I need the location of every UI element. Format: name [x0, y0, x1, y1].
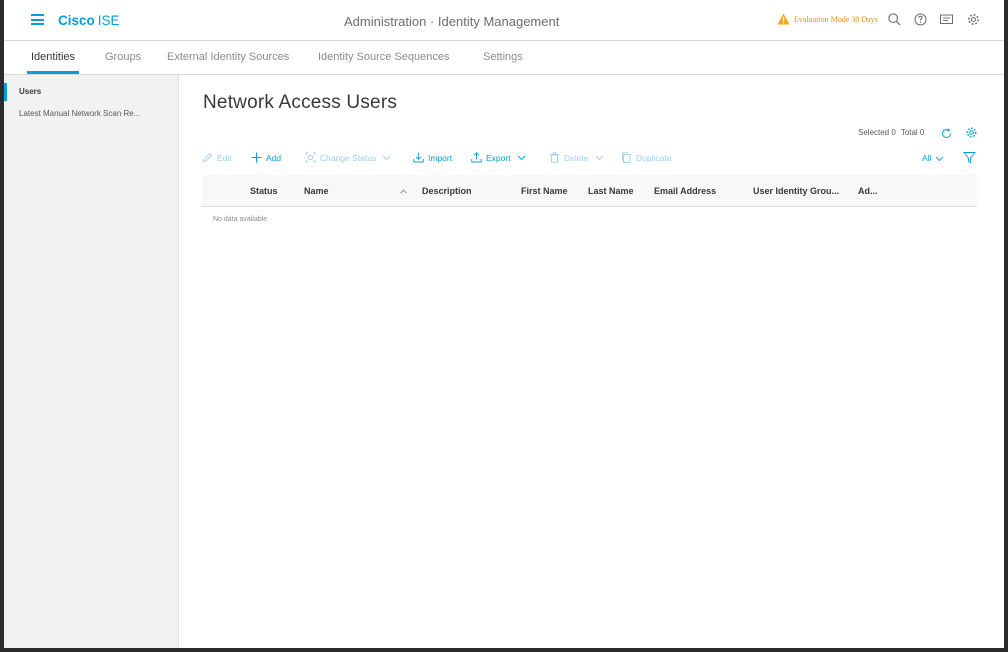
selected-count: Selected 0: [858, 128, 896, 137]
tab-settings[interactable]: Settings: [483, 51, 523, 63]
tab-external-identity-sources[interactable]: External Identity Sources: [167, 51, 289, 63]
plus-icon: [251, 152, 262, 163]
column-email-address[interactable]: Email Address: [654, 186, 716, 196]
change-status-button[interactable]: Change Status: [305, 152, 391, 163]
column-description[interactable]: Description: [422, 186, 472, 196]
column-status[interactable]: Status: [250, 186, 278, 196]
tab-identity-source-sequences[interactable]: Identity Source Sequences: [318, 51, 449, 63]
column-ad[interactable]: Ad...: [858, 186, 878, 196]
top-header: Cisco ISE Administration · Identity Manag…: [4, 0, 1004, 41]
filter-all-dropdown[interactable]: All: [922, 153, 944, 163]
column-name[interactable]: Name: [304, 186, 329, 196]
chevron-down-icon: [382, 155, 391, 161]
selection-counts: Selected 0 Total 0: [858, 128, 929, 137]
sidebar-item-latest-manual-network-scan[interactable]: Latest Manual Network Scan Re...: [4, 103, 179, 125]
table-settings-icon[interactable]: [965, 126, 978, 139]
evaluation-text: Evaluation Mode 30 Days: [794, 14, 878, 24]
add-button[interactable]: Add: [251, 152, 281, 163]
duplicate-icon: [622, 152, 631, 163]
sidebar-item-users[interactable]: Users: [4, 81, 179, 103]
column-first-name[interactable]: First Name: [521, 186, 568, 196]
empty-table-message: No data available: [213, 216, 268, 223]
change-status-icon: [305, 152, 316, 163]
chevron-down-icon: [595, 155, 603, 161]
page-heading: Administration · Identity Management: [344, 14, 560, 29]
warning-icon: [777, 13, 790, 25]
help-icon[interactable]: [913, 12, 928, 27]
export-button[interactable]: Export: [471, 152, 526, 163]
filter-icon[interactable]: [963, 151, 976, 164]
refresh-icon[interactable]: [940, 127, 953, 140]
page-title: Network Access Users: [203, 92, 398, 113]
main-content: Network Access Users Selected 0 Total 0 E…: [179, 75, 1004, 648]
column-last-name[interactable]: Last Name: [588, 186, 634, 196]
brand-name: Cisco: [58, 13, 95, 28]
tab-bar: Identities Groups External Identity Sour…: [4, 41, 1004, 75]
table-header: Status Name Description First Name Last …: [202, 175, 977, 207]
chevron-down-icon: [936, 156, 944, 161]
settings-icon[interactable]: [966, 12, 981, 27]
export-icon: [471, 152, 482, 163]
trash-icon: [550, 152, 559, 163]
import-button[interactable]: Import: [413, 152, 452, 163]
total-count: Total 0: [900, 128, 925, 137]
search-icon[interactable]: [887, 12, 902, 27]
menu-icon[interactable]: [31, 14, 44, 25]
column-user-identity-groups[interactable]: User Identity Grou...: [753, 186, 839, 196]
bottom-strip: [0, 648, 1008, 652]
chevron-down-icon: [517, 155, 525, 161]
import-icon: [413, 152, 424, 163]
app-window: Cisco ISE Administration · Identity Manag…: [4, 0, 1004, 648]
tab-identities[interactable]: Identities: [26, 51, 80, 74]
notifications-icon[interactable]: [939, 12, 954, 27]
edit-icon: [202, 152, 213, 163]
evaluation-banner[interactable]: Evaluation Mode 30 Days: [777, 13, 878, 25]
table-toolbar: Edit Add Change Status Import Export Del…: [202, 152, 982, 166]
tab-groups[interactable]: Groups: [105, 51, 141, 63]
brand-suffix: ISE: [97, 13, 120, 28]
edit-button[interactable]: Edit: [202, 152, 232, 163]
product-logo[interactable]: Cisco ISE: [58, 13, 120, 28]
duplicate-button[interactable]: Duplicate: [621, 152, 671, 163]
sidebar: Users Latest Manual Network Scan Re...: [4, 75, 179, 648]
sort-ascending-icon[interactable]: [399, 187, 408, 196]
delete-button[interactable]: Delete: [549, 152, 604, 163]
